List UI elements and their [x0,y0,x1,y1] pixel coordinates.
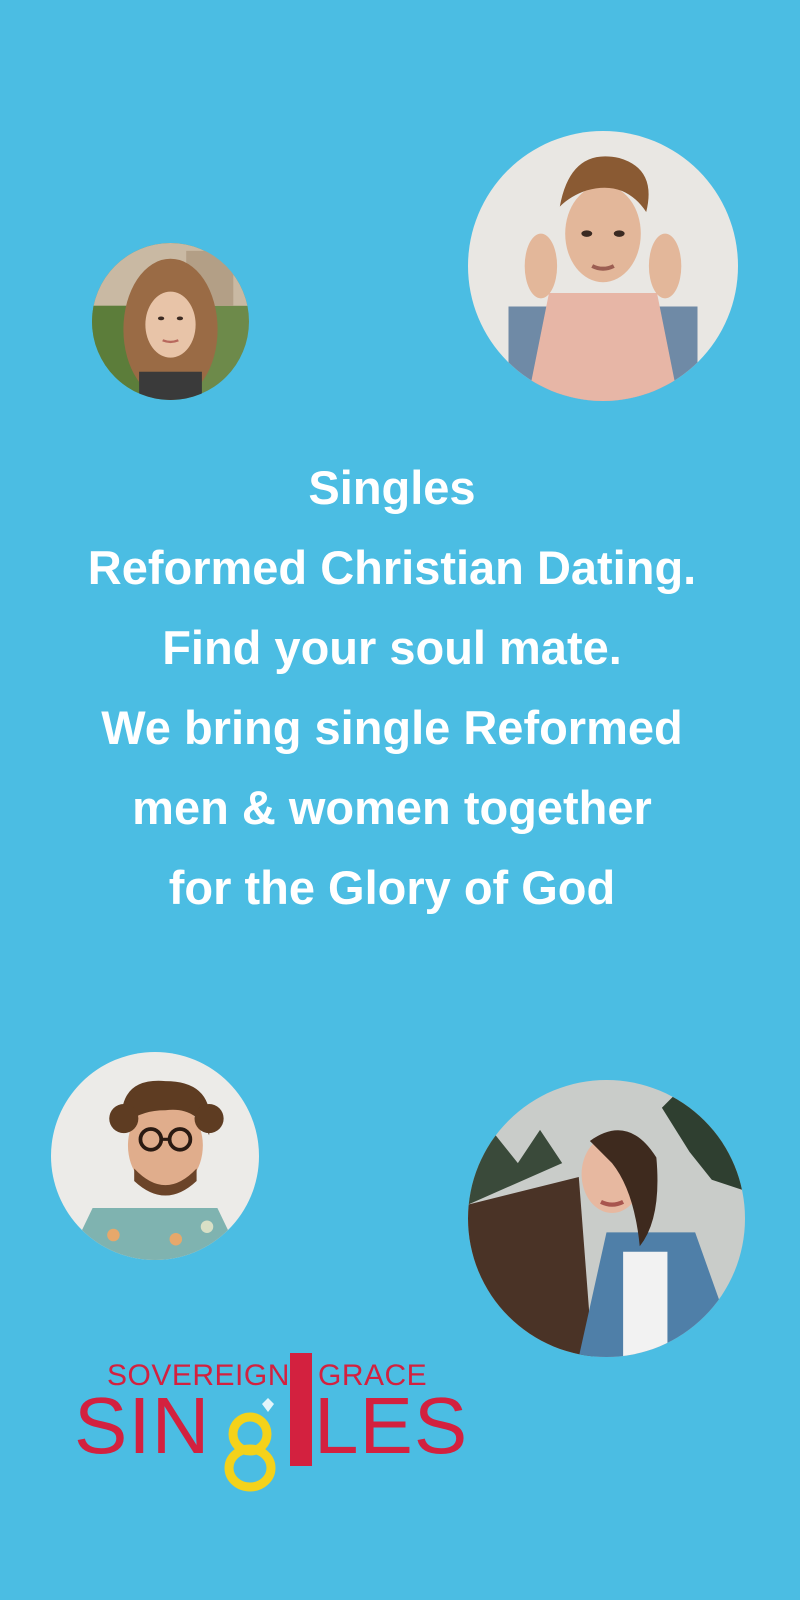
tagline-line-5: men & women together [132,781,652,834]
tagline-line-4: We bring single Reformed [101,701,683,754]
splash-screen: Singles Reformed Christian Dating. Find … [0,0,800,1600]
logo-word-sin: SIN [74,1381,211,1470]
wedding-rings-icon [224,1398,276,1492]
tagline-line-1: Singles [308,461,476,514]
logo-word-les: LES [314,1381,469,1470]
avatar-woman-small [92,243,249,400]
tagline-line-2: Reformed Christian Dating. [87,541,697,594]
tagline-line-6: for the Glory of God [168,861,616,914]
sovereign-grace-singles-logo: SOVEREIGN GRACE SIN LES [74,1350,467,1492]
logo-divider-bar [290,1353,312,1466]
avatar-man-hoodie [468,131,738,401]
avatar-man-glasses [51,1052,259,1260]
avatar-woman-hair [468,1080,745,1357]
tagline-line-3: Find your soul mate. [162,621,622,674]
tagline: Singles Reformed Christian Dating. Find … [0,448,784,928]
